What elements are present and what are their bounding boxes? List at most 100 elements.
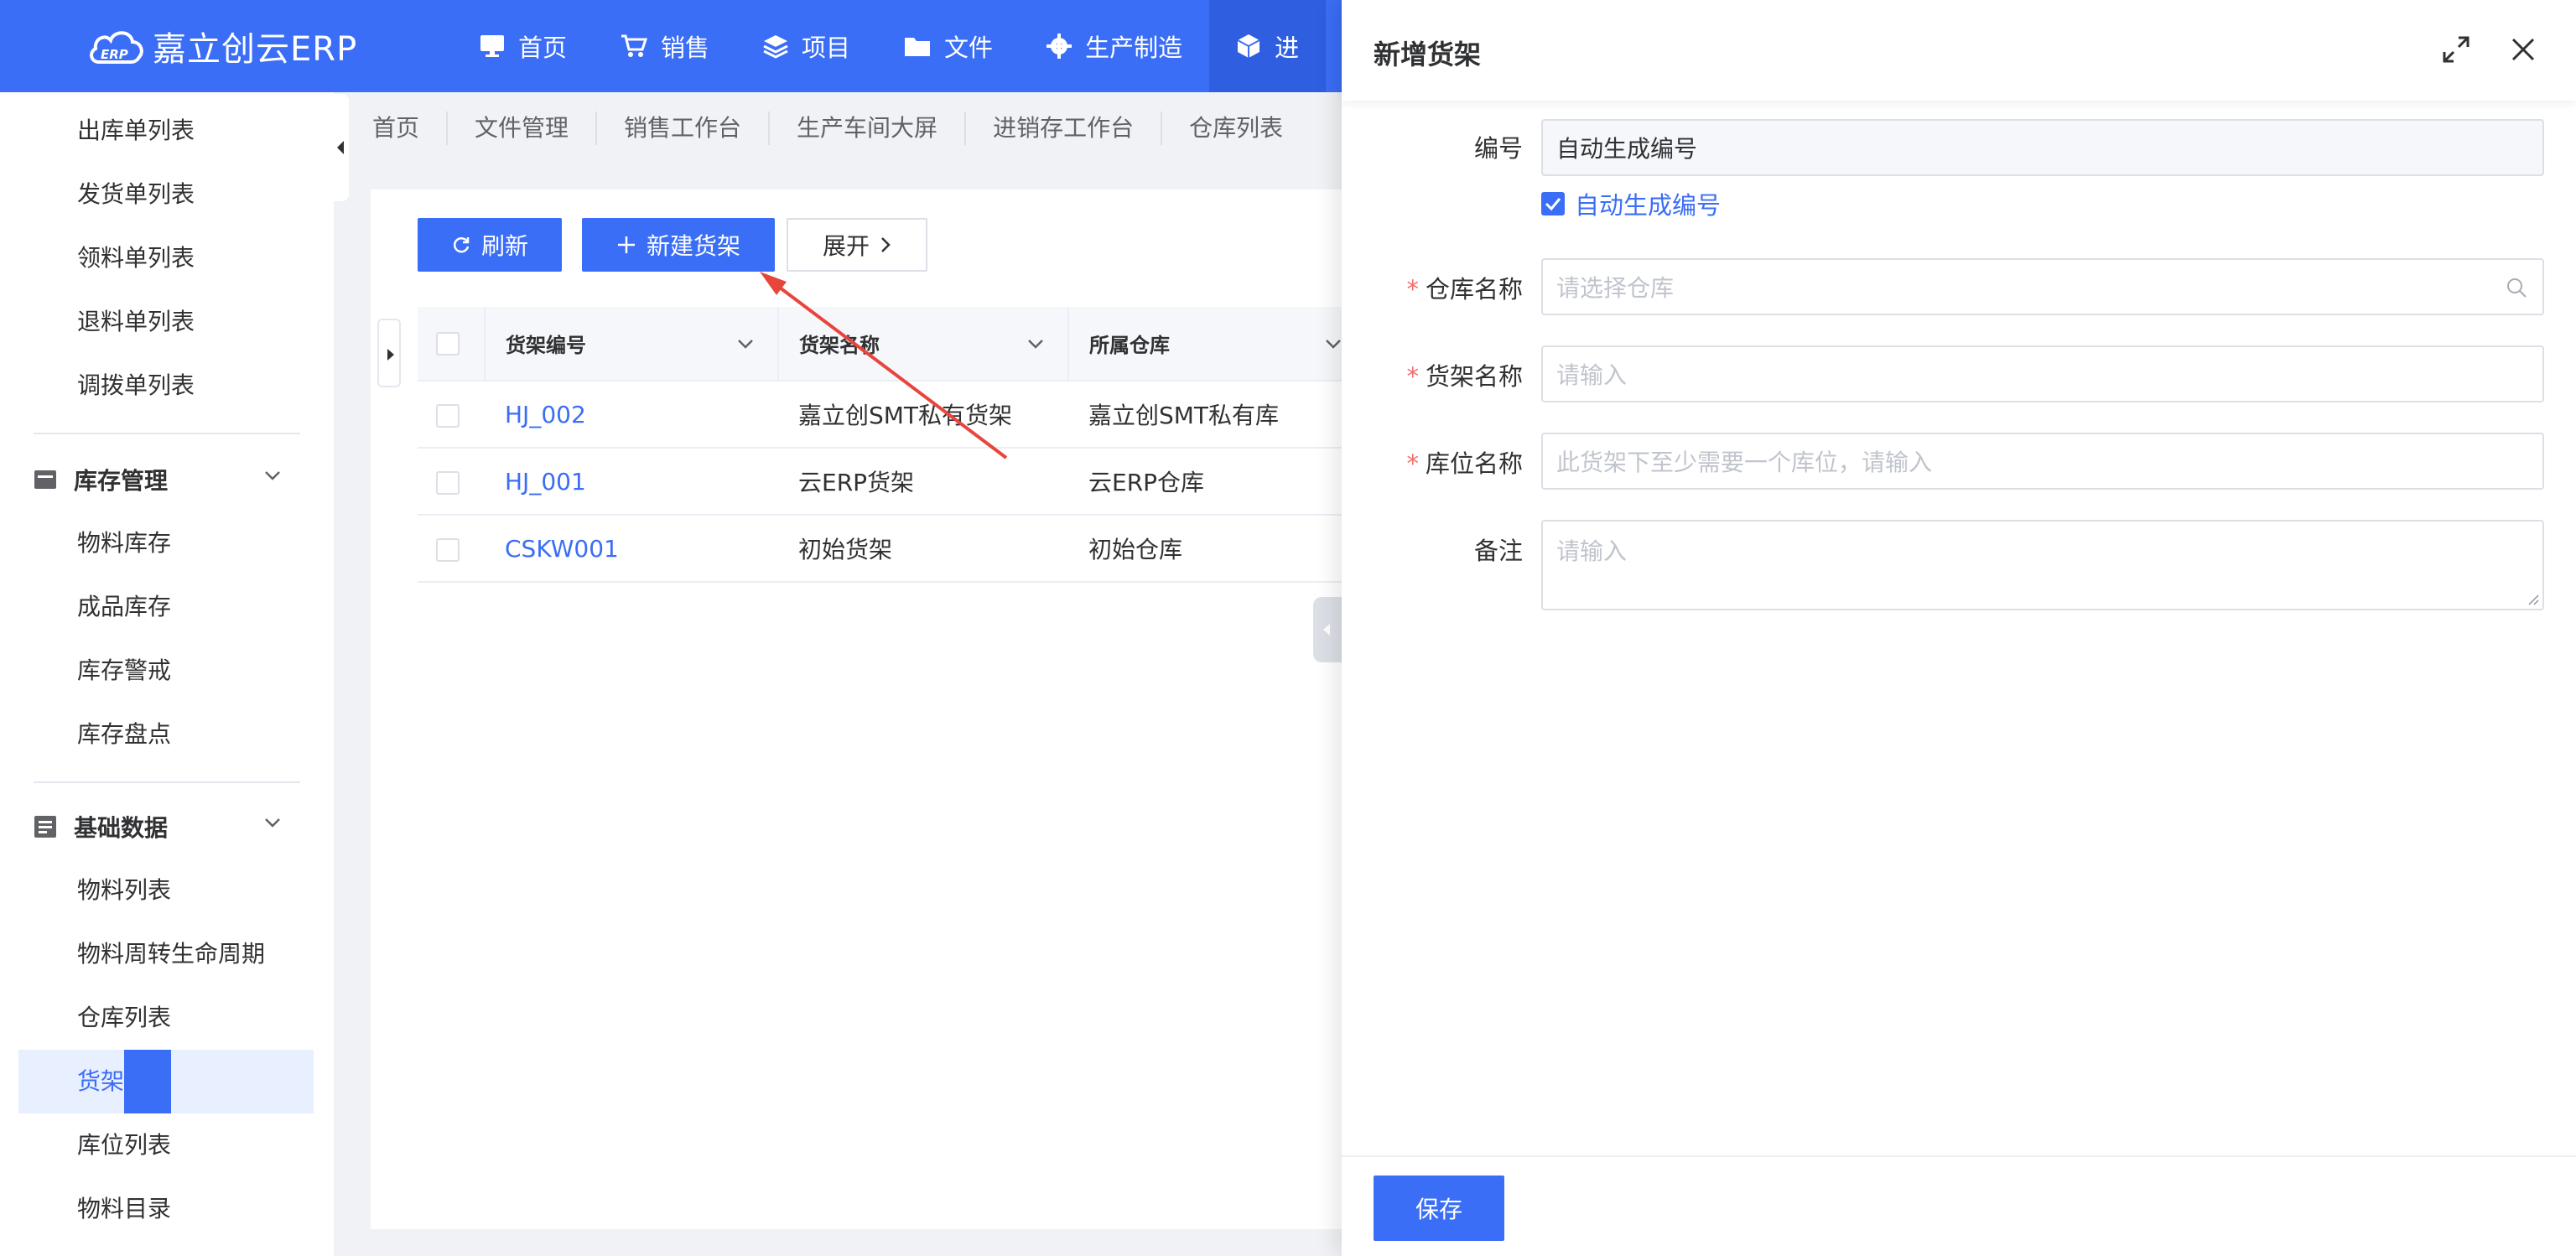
sidebar-item-shelf-list[interactable]: 货架列表	[77, 1050, 171, 1113]
sidebar-item-warehouse-list[interactable]: 仓库列表	[77, 986, 171, 1050]
table-header-row: 货架编号 货架名称 所属仓库	[418, 307, 1343, 381]
chevron-down-icon[interactable]	[1325, 339, 1342, 349]
new-shelf-button[interactable]: 新建货架	[582, 218, 775, 272]
select-all-checkbox[interactable]	[436, 332, 460, 356]
caret-left-icon	[337, 141, 344, 154]
brand-name: 嘉立创云ERP	[153, 30, 358, 69]
sidebar-item-requisition[interactable]: 领料单列表	[77, 226, 195, 290]
expand-icon[interactable]	[2442, 35, 2470, 64]
row-checkbox[interactable]	[436, 537, 460, 562]
nav-project[interactable]: 项目	[736, 0, 877, 92]
tab-home[interactable]: 首页	[349, 112, 446, 145]
chevron-down-icon	[265, 471, 280, 480]
nav-sales[interactable]: 销售	[594, 0, 736, 92]
sidebar-item-delivery[interactable]: 发货单列表	[77, 163, 195, 226]
tab-inventory-workbench[interactable]: 进销存工作台	[964, 112, 1161, 145]
sidebar-divider	[34, 433, 300, 434]
chevron-down-icon[interactable]	[1027, 339, 1044, 349]
location-name-input[interactable]: 此货架下至少需要一个库位，请输入	[1541, 433, 2544, 490]
remark-textarea[interactable]: 请输入	[1541, 520, 2544, 610]
search-icon	[2507, 278, 2527, 298]
drawer-title: 新增货架	[1374, 39, 1482, 70]
remark-label: 备注	[1473, 537, 1523, 565]
warehouse-select[interactable]: 请选择仓库	[1541, 258, 2544, 315]
tab-warehouse-list[interactable]: 仓库列表	[1161, 112, 1310, 145]
location-name-label: * 库位名称	[1406, 449, 1523, 478]
checkbox-checked-icon	[1541, 192, 1565, 215]
nav-manufacturing[interactable]: 生产制造	[1020, 0, 1209, 92]
shelf-name-input[interactable]: 请输入	[1541, 345, 2544, 402]
cloud-logo-icon: ERP	[87, 23, 146, 69]
gear-icon	[1046, 34, 1072, 59]
sidebar-item-product-stock[interactable]: 成品库存	[77, 575, 171, 639]
tab-workshop-screen[interactable]: 生产车间大屏	[768, 112, 964, 145]
drawer-collapse-tab[interactable]	[1313, 597, 1343, 662]
nav-file[interactable]: 文件	[877, 0, 1020, 92]
shelf-code-link[interactable]: CSKW001	[485, 515, 778, 583]
sidebar-item-transfer[interactable]: 调拨单列表	[77, 354, 195, 418]
sidebar-item-material-stock[interactable]: 物料库存	[77, 511, 171, 575]
code-input: 自动生成编号	[1541, 119, 2544, 176]
warehouse-label: * 仓库名称	[1406, 275, 1523, 304]
row-checkbox[interactable]	[436, 403, 460, 428]
sidebar-item-outbound[interactable]: 出库单列表	[77, 99, 195, 163]
nav-home[interactable]: 首页	[453, 0, 594, 92]
chevron-right-icon	[881, 237, 891, 252]
shelf-code-link[interactable]: HJ_002	[485, 381, 778, 449]
close-icon[interactable]	[2511, 37, 2536, 62]
main-nav: 首页 销售 项目 文件 生产制造 进	[453, 0, 1327, 92]
sidebar: 出库单列表 发货单列表 领料单列表 退料单列表 调拨单列表 库存管理 物料库存 …	[0, 92, 334, 1256]
table-row[interactable]: HJ_001 云ERP货架 云ERP仓库	[418, 448, 1343, 516]
chevron-down-icon[interactable]	[737, 339, 754, 349]
shelf-name: 嘉立创SMT私有货架	[778, 381, 1068, 449]
caret-left-icon	[1323, 624, 1330, 636]
folder-icon	[905, 38, 931, 56]
sidebar-item-location-list[interactable]: 库位列表	[77, 1113, 171, 1177]
shelf-list-panel: 刷新 新建货架 展开 货架编号 货架名称 所属仓库 HJ_002 嘉立创SMT私…	[371, 189, 1343, 1229]
shelf-code-link[interactable]: HJ_001	[485, 448, 778, 516]
svg-text:ERP: ERP	[101, 47, 128, 62]
cart-icon	[621, 34, 648, 57]
tab-bar: 首页 文件管理 销售工作台 生产车间大屏 进销存工作台 仓库列表	[349, 92, 1347, 164]
column-header-name[interactable]: 货架名称	[777, 307, 1068, 381]
sidebar-item-material-list[interactable]: 物料列表	[77, 859, 171, 922]
layers-icon	[763, 35, 788, 59]
table-row[interactable]: CSKW001 初始货架 初始仓库	[418, 515, 1343, 583]
nav-inventory[interactable]: 进	[1209, 0, 1327, 92]
save-button[interactable]: 保存	[1374, 1176, 1504, 1241]
sidebar-group-inventory[interactable]: 库存管理	[34, 448, 293, 511]
list-icon	[34, 816, 56, 838]
sidebar-item-stock-alert[interactable]: 库存警戒	[77, 639, 171, 703]
row-checkbox[interactable]	[436, 470, 460, 495]
refresh-button[interactable]: 刷新	[418, 218, 562, 272]
shelf-warehouse: 云ERP仓库	[1068, 448, 1343, 516]
brand-logo[interactable]: ERP 嘉立创云ERP	[87, 20, 357, 72]
resize-handle-icon[interactable]	[2526, 592, 2539, 605]
sidebar-item-material-catalog[interactable]: 物料目录	[77, 1177, 171, 1241]
caret-right-icon	[387, 349, 394, 361]
plus-icon	[617, 236, 635, 253]
tab-sales-workbench[interactable]: 销售工作台	[595, 112, 768, 145]
table-row[interactable]: HJ_002 嘉立创SMT私有货架 嘉立创SMT私有库	[418, 381, 1343, 449]
column-header-code[interactable]: 货架编号	[484, 307, 778, 381]
cube-icon	[1237, 34, 1260, 58]
inventory-icon	[34, 470, 56, 489]
drawer-header: 新增货架	[1342, 0, 2576, 101]
sidebar-item-material-lifecycle[interactable]: 物料周转生命周期	[77, 922, 265, 986]
sidebar-item-stock-count[interactable]: 库存盘点	[77, 703, 171, 766]
filter-panel-toggle[interactable]	[377, 319, 401, 387]
refresh-icon	[453, 237, 470, 253]
expand-button[interactable]: 展开	[787, 218, 927, 272]
sidebar-collapse-handle[interactable]	[334, 94, 349, 201]
select-all-cell	[418, 307, 485, 381]
shelf-warehouse: 初始仓库	[1068, 515, 1343, 583]
chevron-down-icon	[265, 818, 280, 828]
drawer-footer-divider	[1342, 1155, 2576, 1157]
shelf-name: 初始货架	[778, 515, 1068, 583]
tab-file-management[interactable]: 文件管理	[446, 112, 595, 145]
auto-code-checkbox[interactable]: 自动生成编号	[1541, 186, 1721, 221]
sidebar-group-basic[interactable]: 基础数据	[34, 795, 293, 859]
column-header-warehouse[interactable]: 所属仓库	[1067, 307, 1343, 381]
sidebar-item-return[interactable]: 退料单列表	[77, 290, 195, 354]
shelf-table: 货架编号 货架名称 所属仓库 HJ_002 嘉立创SMT私有货架 嘉立创SMT私…	[418, 307, 1343, 583]
